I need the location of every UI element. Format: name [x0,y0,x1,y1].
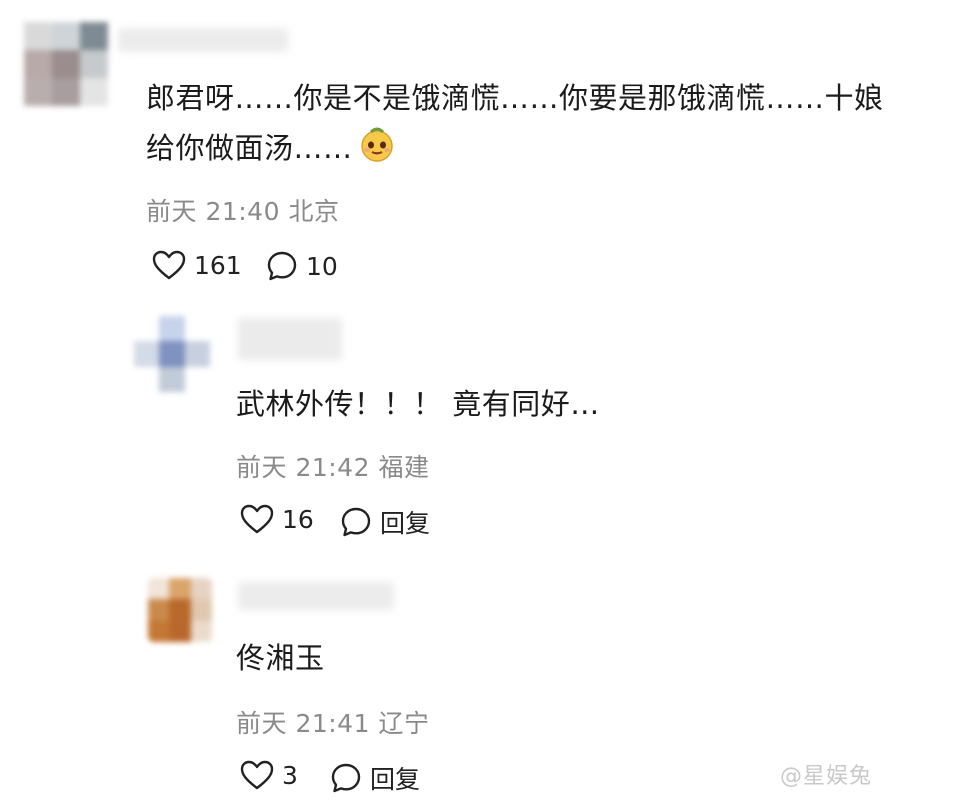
watermark: @星娱兔 [779,764,872,789]
comments-screenshot: 郎君呀……你是不是饿滴慌……你要是那饿滴慌……十娘 给你做面汤…… 前天 21:… [0,0,964,800]
heart-icon [152,250,186,280]
comment-bubble-icon [266,250,298,282]
like-count: 161 [194,250,242,280]
username-redacted[interactable] [118,28,288,52]
like-button[interactable]: 16 [240,504,314,534]
avatar[interactable] [134,316,210,392]
like-button[interactable]: 161 [152,250,242,280]
reply-button[interactable]: 10 [266,250,338,282]
comment-meta: 前天 21:40 北京 [146,197,340,226]
comment-meta: 前天 21:42 福建 [236,453,430,482]
avatar[interactable] [24,22,108,106]
username-redacted[interactable] [238,582,394,610]
username-redacted[interactable] [238,318,342,360]
comment-text-line1: 郎君呀……你是不是饿滴慌……你要是那饿滴慌……十娘 [146,81,884,115]
like-count: 3 [282,760,298,790]
comment-text: 佟湘玉 [236,641,325,675]
reply-button[interactable]: 回复 [330,760,420,796]
like-count: 16 [282,504,314,534]
reply-button[interactable]: 回复 [340,504,430,540]
reply-label: 回复 [380,509,431,538]
comment-text: 武林外传！！！ 竟有同好… [236,387,600,421]
smiling-face-emoji-icon [357,124,397,176]
comment-text-line2-content: 给你做面汤…… [146,131,353,165]
heart-icon [240,504,274,534]
comment-meta: 前天 21:41 辽宁 [236,709,430,738]
avatar[interactable] [148,578,212,642]
reply-count: 10 [306,251,338,281]
comment-bubble-icon [340,506,372,538]
like-button[interactable]: 3 [240,760,298,790]
comment-text-line2: 给你做面汤…… [146,124,397,176]
reply-label: 回复 [370,765,421,794]
comment-bubble-icon [330,762,362,794]
heart-icon [240,760,274,790]
